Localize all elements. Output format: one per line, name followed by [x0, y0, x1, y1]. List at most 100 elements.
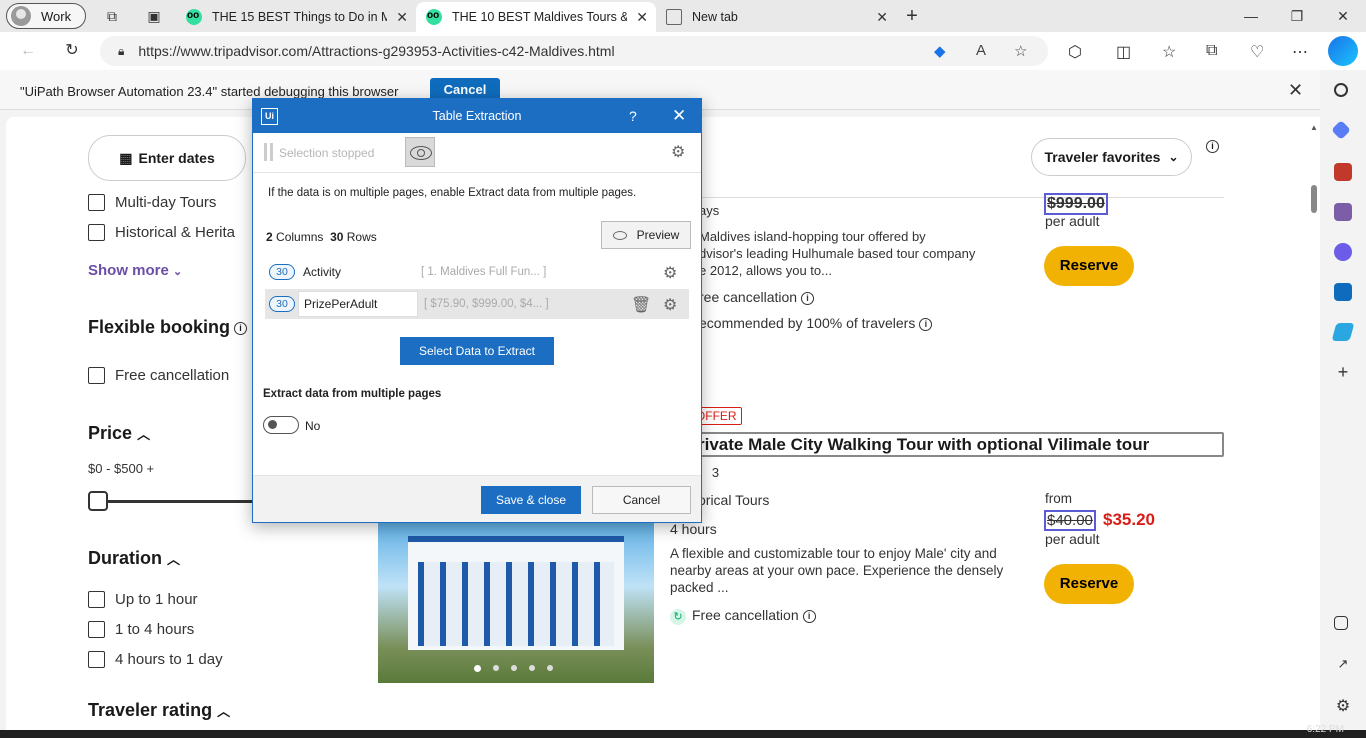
shopping-tag-icon[interactable]: ◆	[934, 42, 946, 60]
tag-icon[interactable]	[1331, 120, 1351, 140]
new-tab-plus-icon[interactable]: +	[903, 6, 921, 26]
filter-up-to-1-hour[interactable]: Up to 1 hour	[88, 591, 198, 608]
collections-icon[interactable]: ⧉	[1206, 42, 1217, 60]
info-icon[interactable]: i	[919, 317, 933, 331]
performance-icon[interactable]: ♡	[1250, 42, 1264, 62]
help-icon[interactable]: ?	[629, 108, 637, 124]
carousel-dot[interactable]	[474, 665, 481, 672]
price-slider-handle[interactable]	[88, 491, 108, 511]
toolbox-icon[interactable]	[1334, 163, 1352, 181]
filter-multi-day-tours[interactable]: Multi-day Tours	[88, 194, 216, 211]
info-icon[interactable]: i	[801, 291, 815, 305]
checkbox[interactable]	[88, 194, 105, 211]
settings-icon[interactable]: ⚙	[1334, 696, 1352, 715]
microsoft-365-icon[interactable]	[1334, 243, 1352, 261]
tab-things-to-do[interactable]: THE 15 BEST Things to Do in Mal ✕	[176, 2, 416, 32]
show-more-link[interactable]: Show more ⌄	[88, 262, 182, 279]
column-settings-gear-icon[interactable]: ⚙	[663, 263, 677, 283]
select-data-to-extract-button[interactable]: Select Data to Extract	[400, 337, 554, 365]
more-menu-icon[interactable]: ⋯	[1292, 42, 1308, 62]
listing1-description: Maldives island-hopping tour offered by …	[699, 228, 975, 279]
pause-icon[interactable]	[264, 143, 273, 161]
extensions-icon[interactable]: ⬡	[1068, 42, 1082, 62]
sort-dropdown[interactable]: Traveler favorites ⌄	[1031, 138, 1192, 176]
favorites-icon[interactable]: ☆	[1162, 42, 1176, 62]
games-icon[interactable]	[1334, 203, 1352, 221]
close-window-icon[interactable]: ✕	[1320, 0, 1366, 32]
column-settings-gear-icon[interactable]: ⚙	[663, 295, 677, 315]
price-slider-track[interactable]	[98, 500, 258, 503]
scroll-up-icon[interactable]: ▲	[1310, 123, 1318, 132]
tab-actions-icon[interactable]: ▣	[145, 7, 163, 25]
dialog-close-icon[interactable]: ✕	[672, 106, 686, 126]
multiple-pages-toggle[interactable]	[263, 416, 299, 434]
checkbox-label: Multi-day Tours	[115, 194, 217, 211]
checkbox[interactable]	[88, 591, 105, 608]
listing2-photo[interactable]	[378, 522, 654, 683]
checkbox[interactable]	[88, 367, 105, 384]
checkbox[interactable]	[88, 224, 105, 241]
workspaces-icon[interactable]: ⧉	[103, 7, 121, 25]
listing2-reserve-button[interactable]: Reserve	[1044, 564, 1134, 604]
checkbox[interactable]	[88, 651, 105, 668]
rating-count[interactable]: 3	[712, 465, 719, 480]
eye-toggle-icon[interactable]	[405, 137, 435, 167]
scroll-thumb[interactable]	[1311, 185, 1317, 213]
outlook-icon[interactable]	[1334, 283, 1352, 301]
profile-button[interactable]: Work	[6, 3, 86, 29]
dialog-cancel-button[interactable]: Cancel	[592, 486, 691, 514]
copilot-icon[interactable]	[1328, 36, 1358, 66]
address-bar[interactable]: 🔒︎ https://www.tripadvisor.com/Attractio…	[100, 36, 1048, 66]
back-icon[interactable]: ←	[18, 41, 38, 61]
filter-1-to-4-hours[interactable]: 1 to 4 hours	[88, 621, 194, 638]
add-sidebar-icon[interactable]: +	[1334, 363, 1352, 381]
listing2-title[interactable]: rivate Male City Walking Tour with optio…	[670, 432, 1224, 457]
send-icon[interactable]	[1331, 323, 1355, 341]
close-tab-icon[interactable]: ✕	[876, 9, 888, 26]
filter-4-hours-to-1-day[interactable]: 4 hours to 1 day	[88, 651, 223, 668]
read-aloud-icon[interactable]: A	[976, 42, 986, 59]
save-close-button[interactable]: Save & close	[481, 486, 581, 514]
minimize-icon[interactable]: —	[1228, 0, 1274, 32]
enter-dates-button[interactable]: ▦ Enter dates	[88, 135, 246, 181]
sort-info-icon[interactable]: i	[1206, 140, 1219, 153]
checkbox[interactable]	[88, 621, 105, 638]
close-tab-icon[interactable]: ✕	[636, 9, 648, 26]
lock-icon[interactable]: 🔒︎	[118, 44, 124, 59]
split-screen-icon[interactable]: ◫	[1116, 42, 1131, 62]
search-icon[interactable]	[1334, 83, 1348, 97]
column-name-input[interactable]: PrizePerAdult	[298, 291, 418, 317]
tab-new-tab[interactable]: New tab ✕	[656, 2, 896, 32]
rows-count: 30	[330, 230, 344, 244]
column-row-activity[interactable]: 30 Activity [ 1. Maldives Full Fun... ] …	[265, 257, 689, 287]
carousel-dot[interactable]	[511, 665, 517, 671]
page-scrollbar[interactable]: ▲	[1308, 117, 1320, 730]
close-tab-icon[interactable]: ✕	[396, 9, 408, 26]
sidebar-toggle-icon[interactable]	[1334, 616, 1348, 630]
delete-trash-icon[interactable]: 🗑︎	[631, 295, 651, 315]
column-row-prizeperadult[interactable]: 30 PrizePerAdult [ $75.90, $999.00, $4..…	[265, 289, 689, 319]
price-heading[interactable]: Price ︿	[88, 423, 150, 444]
carousel-dots[interactable]	[474, 665, 553, 672]
tab-maldives-tours[interactable]: THE 10 BEST Maldives Tours & Ex ✕	[416, 2, 656, 32]
listing1-reserve-button[interactable]: Reserve	[1044, 246, 1134, 286]
external-link-icon[interactable]: ↗	[1334, 656, 1352, 674]
traveler-rating-heading[interactable]: Traveler rating ︿	[88, 700, 230, 721]
carousel-dot[interactable]	[547, 665, 553, 671]
refresh-icon[interactable]: ↻	[62, 41, 82, 61]
url-text[interactable]: https://www.tripadvisor.com/Attractions-…	[138, 43, 614, 59]
info-icon[interactable]: i	[234, 321, 248, 335]
preview-button[interactable]: Preview	[601, 221, 691, 249]
gear-icon[interactable]: ⚙	[671, 142, 685, 162]
info-icon[interactable]: i	[802, 609, 816, 623]
filter-historical-tours[interactable]: Historical & Herita	[88, 224, 235, 241]
carousel-dot[interactable]	[529, 665, 535, 671]
filter-free-cancellation[interactable]: Free cancellation	[88, 367, 229, 384]
duration-heading[interactable]: Duration ︿	[88, 548, 180, 569]
restore-icon[interactable]: ❐	[1274, 0, 1320, 32]
infobar-close-icon[interactable]: ✕	[1288, 80, 1303, 101]
carousel-dot[interactable]	[493, 665, 499, 671]
column-name[interactable]: Activity	[303, 265, 415, 279]
tab-title: THE 15 BEST Things to Do in Mal	[212, 10, 387, 24]
favorite-star-icon[interactable]: ☆	[1014, 42, 1027, 60]
